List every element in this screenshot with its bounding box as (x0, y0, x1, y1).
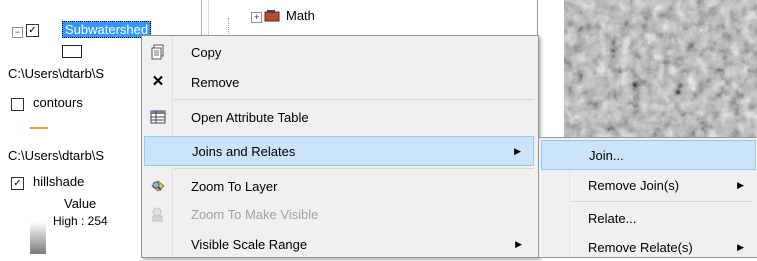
layer-context-menu: Copy ✕ Remove Open Attribute Table Joins… (141, 35, 539, 258)
menu-item-copy[interactable]: Copy (144, 38, 534, 66)
menu-item-zoom-to-make-visible[interactable]: Zoom To Make Visible (144, 200, 534, 228)
menu-item-open-attribute-table[interactable]: Open Attribute Table (144, 103, 534, 131)
catalog-item-math[interactable]: Math (286, 8, 315, 23)
data-source-path-1: C:\Users\dtarb\S (8, 66, 105, 81)
submenu-item-remove-joins[interactable]: Remove Join(s) ▶ (541, 171, 756, 199)
menu-item-label: Joins and Relates (192, 144, 296, 159)
menu-separator (174, 168, 534, 169)
menu-item-label: Open Attribute Table (191, 110, 309, 125)
layer-name-subwatershed[interactable]: Subwatershed (62, 21, 152, 38)
expand-icon[interactable]: + (251, 12, 262, 23)
menu-item-label: Copy (191, 45, 222, 60)
menu-item-label: Zoom To Make Visible (191, 207, 319, 222)
menu-item-remove[interactable]: ✕ Remove (144, 68, 534, 96)
submenu-item-join[interactable]: Join... (541, 140, 756, 170)
menu-item-joins-and-relates[interactable]: Joins and Relates ▶ (144, 136, 534, 166)
table-icon (150, 109, 166, 125)
menu-item-zoom-to-layer[interactable]: Zoom To Layer (144, 172, 534, 200)
menu-separator (571, 201, 751, 202)
submenu-item-relate[interactable]: Relate... (541, 204, 756, 232)
line-symbol-swatch[interactable] (30, 127, 48, 129)
submenu-arrow-icon: ▶ (514, 146, 521, 156)
submenu-arrow-icon: ▶ (515, 239, 522, 249)
menu-separator (174, 99, 534, 100)
copy-icon (150, 44, 166, 60)
submenu-arrow-icon: ▶ (737, 180, 744, 190)
remove-icon: ✕ (151, 73, 165, 90)
menu-item-label: Remove (191, 75, 240, 90)
selected-layer-label: Subwatershed (62, 21, 152, 38)
hillshade-map-view[interactable] (564, 0, 757, 139)
menu-item-visible-scale-range[interactable]: Visible Scale Range ▶ (144, 230, 534, 258)
menu-item-label: Relate... (588, 211, 637, 226)
menu-item-label: Visible Scale Range (191, 237, 308, 252)
toolbox-icon (264, 9, 282, 23)
submenu-arrow-icon: ▶ (737, 242, 744, 252)
submenu-item-remove-relates[interactable]: Remove Relate(s) ▶ (541, 233, 756, 261)
menu-item-label: Zoom To Layer (191, 179, 278, 194)
legend-title: Value (64, 196, 97, 211)
zoom-to-layer-icon (150, 178, 166, 194)
menu-item-label: Join... (589, 148, 624, 163)
legend-high-label: High : 254 (53, 214, 108, 228)
data-source-path-2: C:\Users\dtarb\S (8, 148, 105, 163)
polygon-symbol-swatch[interactable] (62, 45, 82, 58)
layer-visibility-checkbox-hillshade[interactable]: ✓ (11, 177, 24, 190)
layer-name-contours[interactable]: contours (33, 95, 83, 111)
menu-item-label: Remove Relate(s) (588, 240, 693, 255)
layer-visibility-checkbox-subwatershed[interactable]: ✓ (26, 24, 39, 37)
layer-visibility-checkbox-contours[interactable] (11, 98, 24, 111)
color-ramp-swatch[interactable] (30, 222, 46, 254)
hillshade-terrain-image (564, 0, 757, 139)
layer-name-hillshade[interactable]: hillshade (33, 174, 84, 190)
collapse-icon[interactable]: − (12, 27, 23, 38)
menu-item-label: Remove Join(s) (588, 178, 680, 193)
joins-and-relates-submenu: Join... Remove Join(s) ▶ Relate... Remov… (538, 137, 757, 258)
zoom-to-make-visible-icon (150, 206, 166, 222)
